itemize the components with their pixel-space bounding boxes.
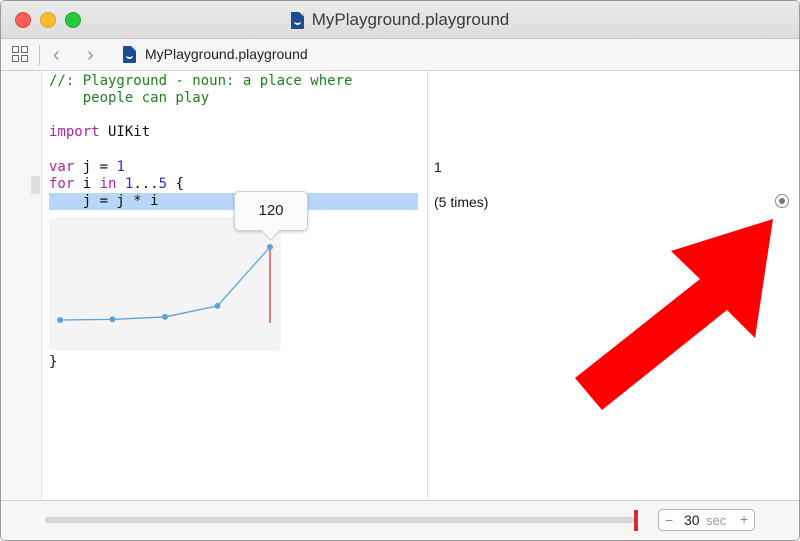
timeline-fill <box>45 517 637 523</box>
duration-value: 30 <box>684 512 700 528</box>
back-arrow-icon[interactable]: ‹ <box>53 45 60 65</box>
code-var-number: 1 <box>116 159 125 175</box>
code-line-import: import UIKit <box>49 124 150 141</box>
data-point-5[interactable] <box>267 244 273 250</box>
window-title-group: MyPlayground.playground <box>1 9 799 31</box>
jump-bar: ‹ › MyPlayground.playground <box>1 39 799 71</box>
value-tooltip: 120 <box>234 191 308 231</box>
jumpbar-separator <box>39 45 40 65</box>
inline-result-graph[interactable] <box>49 217 281 351</box>
gutter-loop-marker <box>31 176 40 194</box>
title-bar: MyPlayground.playground <box>1 1 799 39</box>
code-for-var: i <box>74 176 100 192</box>
timeline-position-marker[interactable] <box>634 510 638 531</box>
editor-gutter <box>1 71 42 499</box>
code-line-for: for i in 1...5 { <box>49 176 184 193</box>
code-line-var: var j = 1 <box>49 159 125 176</box>
playground-window: MyPlayground.playground ‹ › MyPlayground… <box>0 0 800 541</box>
related-items-grid-icon[interactable] <box>12 46 28 62</box>
window-title: MyPlayground.playground <box>311 10 510 29</box>
duration-unit: sec <box>706 513 727 528</box>
red-arrow-shape <box>575 219 773 410</box>
code-for-brace: { <box>167 176 184 192</box>
breadcrumb-file-name[interactable]: MyPlayground.playground <box>145 46 308 62</box>
code-for-space <box>116 176 124 192</box>
code-var-assign: j = <box>74 159 117 175</box>
duration-increment-button[interactable]: + <box>740 511 748 527</box>
duration-stepper[interactable]: − 30 sec + <box>658 509 755 531</box>
data-point-4[interactable] <box>214 302 221 309</box>
bottom-bar: − 30 sec + <box>1 500 799 540</box>
line-chart-svg <box>57 244 273 323</box>
keyword-for: for <box>49 176 75 192</box>
keyword-import: import <box>49 124 100 140</box>
breadcrumb-file-icon <box>123 46 136 63</box>
timeline-slider[interactable] <box>45 517 637 523</box>
red-arrow-annotation <box>575 219 773 410</box>
keyword-var: var <box>49 159 75 175</box>
code-range-operator: ... <box>133 176 159 192</box>
code-line-body: j = j * i <box>49 193 159 209</box>
data-point-1[interactable] <box>57 317 63 323</box>
playground-file-icon <box>290 11 304 29</box>
code-line-comment-1: //: Playground - noun: a place where <box>49 73 353 89</box>
code-line-close-brace: } <box>49 354 58 370</box>
result-toggle-dot <box>779 198 785 204</box>
results-divider[interactable] <box>427 71 428 499</box>
series-line <box>59 246 271 321</box>
forward-arrow-icon[interactable]: › <box>87 45 94 65</box>
data-point-3[interactable] <box>162 313 168 320</box>
result-var-j: 1 <box>434 159 442 175</box>
data-point-2[interactable] <box>109 316 116 323</box>
code-line-comment-2: people can play <box>49 90 210 106</box>
code-import-module: UIKit <box>99 124 151 140</box>
keyword-in: in <box>99 176 117 192</box>
result-loop-count: (5 times) <box>434 194 489 210</box>
code-range-end: 5 <box>158 176 168 192</box>
duration-decrement-button[interactable]: − <box>665 512 673 528</box>
